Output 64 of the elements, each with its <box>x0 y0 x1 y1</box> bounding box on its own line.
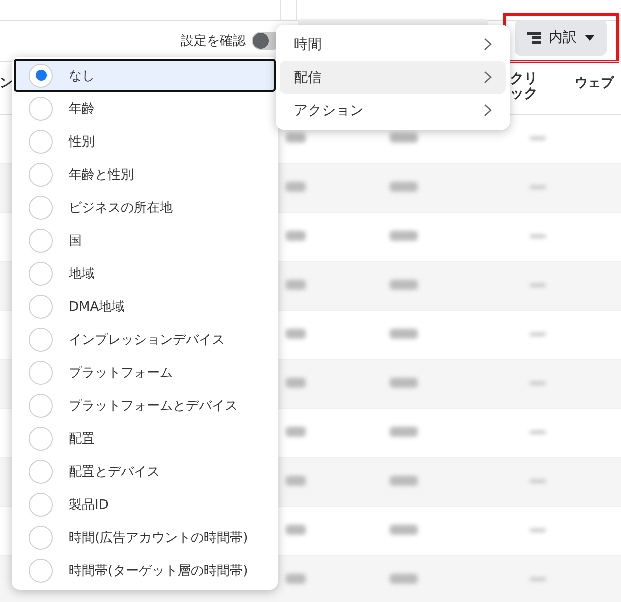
breakdown-option[interactable]: なし <box>14 59 276 92</box>
caret-icon <box>585 35 595 41</box>
blurred-text <box>286 133 306 143</box>
breakdown-option[interactable]: 性別 <box>14 125 276 158</box>
blurred-text <box>390 133 418 143</box>
chevron-right-icon <box>484 38 492 51</box>
breakdown-option[interactable]: ビジネスの所在地 <box>14 191 276 224</box>
blurred-text <box>390 476 418 486</box>
blurred-text <box>286 280 306 290</box>
breakdown-icon <box>527 32 541 44</box>
chevron-right-icon <box>484 104 492 117</box>
radio-button[interactable] <box>29 360 53 384</box>
radio-button[interactable] <box>29 558 53 582</box>
breakdown-option[interactable]: プラットフォームとデバイス <box>14 389 276 422</box>
blurred-text <box>286 231 306 241</box>
column-header: クリック <box>510 72 539 103</box>
blurred-text <box>390 574 418 584</box>
breakdown-option[interactable]: 時間(広告アカウントの時間帯) <box>14 521 276 554</box>
blurred-text <box>390 182 418 192</box>
review-settings-label: 設定を確認 <box>181 33 246 50</box>
blurred-text <box>286 378 306 388</box>
radio-button[interactable] <box>29 162 53 186</box>
radio-button[interactable] <box>29 196 53 220</box>
radio-button[interactable] <box>29 64 53 88</box>
blurred-text <box>390 280 418 290</box>
radio-button[interactable] <box>29 460 53 484</box>
breakdown-option[interactable]: 配置とデバイス <box>14 455 276 488</box>
radio-button[interactable] <box>29 526 53 550</box>
breakdown-option[interactable]: インプレッションデバイス <box>14 323 276 356</box>
breakdown-option[interactable]: 国 <box>14 224 276 257</box>
blurred-text <box>286 329 306 339</box>
blurred-text <box>390 525 418 535</box>
category-item[interactable]: 時間 <box>280 28 506 61</box>
radio-button[interactable] <box>29 328 53 352</box>
blurred-text <box>286 476 306 486</box>
breakdown-option[interactable]: DMA地域 <box>14 290 276 323</box>
breakdown-option[interactable]: 製品ID <box>14 488 276 521</box>
radio-button[interactable] <box>29 228 53 252</box>
blurred-text <box>390 329 418 339</box>
blurred-text <box>390 427 418 437</box>
radio-button[interactable] <box>29 262 53 286</box>
breakdown-button[interactable]: 内訳 <box>515 20 607 56</box>
blurred-text <box>286 182 306 192</box>
column-header: ン <box>0 75 13 92</box>
blurred-text <box>286 427 306 437</box>
breakdown-option[interactable]: 配置 <box>14 422 276 455</box>
radio-button[interactable] <box>29 96 53 120</box>
radio-button[interactable] <box>29 294 53 318</box>
blurred-text <box>286 525 306 535</box>
chevron-right-icon <box>484 71 492 84</box>
category-item[interactable]: 配信 <box>280 61 506 94</box>
breakdown-option[interactable]: 年齢 <box>14 92 276 125</box>
column-header: ウェブ <box>575 74 614 92</box>
radio-button[interactable] <box>29 492 53 516</box>
radio-button[interactable] <box>29 130 53 154</box>
breakdown-option[interactable]: 地域 <box>14 257 276 290</box>
blurred-text <box>390 378 418 388</box>
radio-button[interactable] <box>29 426 53 450</box>
breakdown-option[interactable]: プラットフォーム <box>14 356 276 389</box>
blurred-text <box>286 574 306 584</box>
radio-button[interactable] <box>29 394 53 418</box>
blurred-text <box>390 231 418 241</box>
category-item[interactable]: アクション <box>280 94 506 127</box>
breakdown-option[interactable]: 年齢と性別 <box>14 158 276 191</box>
